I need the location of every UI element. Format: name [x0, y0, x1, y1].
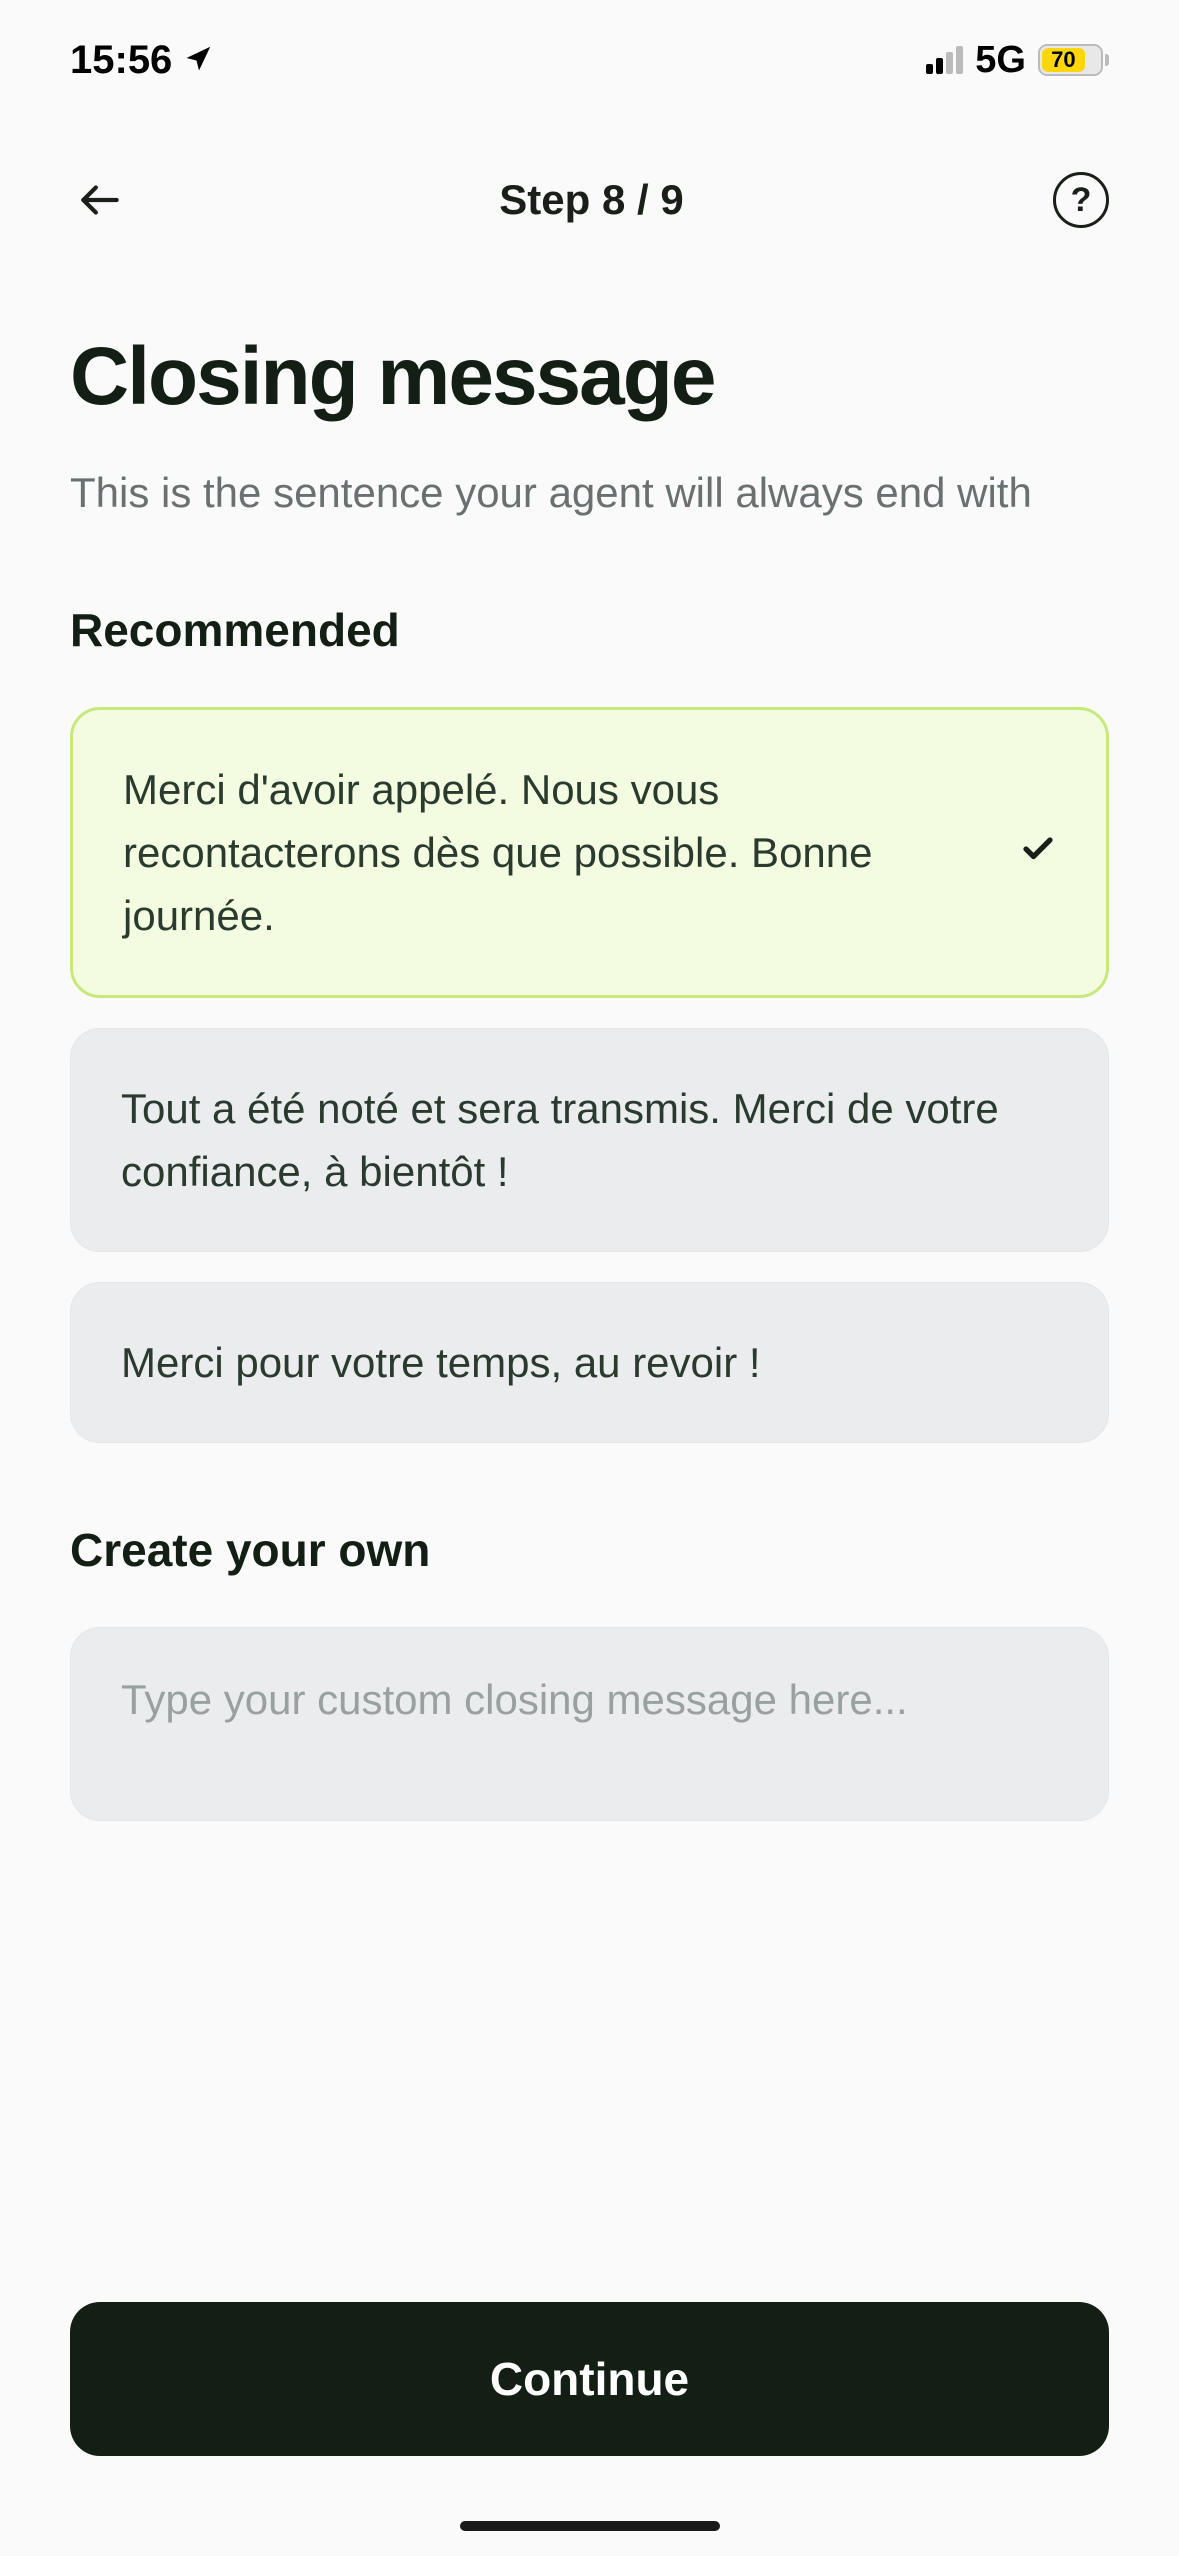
- battery-level: 70: [1042, 48, 1085, 72]
- option-text: Merci d'avoir appelé. Nous vous recontac…: [123, 758, 990, 947]
- recommended-option-3[interactable]: Merci pour votre temps, au revoir !: [70, 1282, 1109, 1443]
- custom-section: Create your own: [70, 1523, 1109, 1826]
- arrow-left-icon: [75, 175, 125, 225]
- option-text: Tout a été noté et sera transmis. Merci …: [121, 1077, 1058, 1203]
- location-icon: [184, 38, 214, 83]
- page-title: Closing message: [70, 330, 1109, 424]
- status-bar: 15:56 5G 70: [0, 0, 1179, 110]
- status-indicators: 5G 70: [926, 39, 1109, 82]
- network-label: 5G: [975, 39, 1026, 82]
- page-subtitle: This is the sentence your agent will alw…: [70, 464, 1109, 523]
- recommended-option-2[interactable]: Tout a été noté et sera transmis. Merci …: [70, 1028, 1109, 1252]
- home-indicator[interactable]: [460, 2521, 720, 2531]
- question-icon: ?: [1071, 181, 1092, 220]
- check-icon: [1020, 821, 1056, 884]
- option-text: Merci pour votre temps, au revoir !: [121, 1331, 1058, 1394]
- battery-icon: 70: [1038, 44, 1109, 76]
- step-indicator: Step 8 / 9: [499, 176, 683, 224]
- recommended-label: Recommended: [70, 603, 1109, 657]
- signal-icon: [926, 46, 963, 74]
- custom-message-input[interactable]: [70, 1627, 1109, 1821]
- recommended-option-1[interactable]: Merci d'avoir appelé. Nous vous recontac…: [70, 707, 1109, 998]
- status-time: 15:56: [70, 38, 172, 83]
- help-button[interactable]: ?: [1053, 172, 1109, 228]
- custom-label: Create your own: [70, 1523, 1109, 1577]
- footer: Continue: [0, 2272, 1179, 2556]
- main-content: Closing message This is the sentence you…: [0, 270, 1179, 1826]
- back-button[interactable]: [70, 170, 130, 230]
- continue-button[interactable]: Continue: [70, 2302, 1109, 2456]
- status-time-group: 15:56: [70, 38, 214, 83]
- nav-bar: Step 8 / 9 ?: [0, 110, 1179, 270]
